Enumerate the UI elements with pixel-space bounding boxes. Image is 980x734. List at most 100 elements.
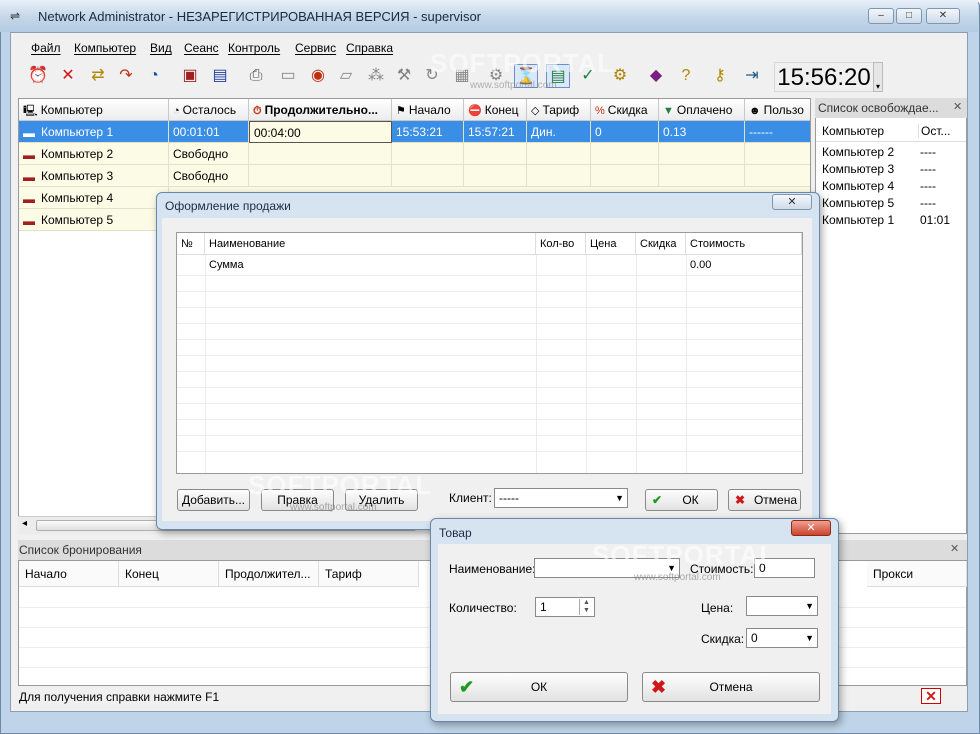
release-list-item[interactable]: Компьютер 2 ---- [822, 145, 962, 162]
menu-view[interactable]: Вид [150, 41, 172, 55]
start-session-icon[interactable]: ⏰ [26, 64, 50, 88]
client-select[interactable]: ----- ▼ [494, 488, 628, 508]
transfer-icon[interactable]: ⇄ [86, 64, 110, 88]
menu-computer[interactable]: Компьютер [74, 41, 136, 55]
close-button[interactable]: ✕ [926, 8, 960, 24]
release-list-item[interactable]: Компьютер 1 01:01 [822, 213, 962, 230]
help-icon[interactable]: ? [674, 64, 698, 88]
release-col-computer[interactable]: Компьютер [822, 124, 884, 138]
grid-cell-duration [249, 165, 392, 187]
menu-file[interactable]: Файл [31, 41, 61, 55]
col-header-tariff[interactable]: ◇ Тариф [527, 99, 591, 121]
booking-close-icon[interactable]: ✕ [950, 542, 959, 555]
col-header-user[interactable]: ☻ Пользо [745, 99, 810, 121]
grid-row[interactable]: ▬ Компьютер 3 Свободно [19, 165, 810, 187]
window-icon[interactable]: ▭ [276, 64, 300, 88]
release-list-title: Список освобождае... [818, 101, 939, 115]
menu-service[interactable]: Сервис [295, 41, 336, 55]
col-header-duration[interactable]: ⏱ Продолжительно... [249, 99, 392, 121]
disconnect-icon[interactable]: ✕ [921, 688, 941, 704]
refresh-icon[interactable]: ↻ [420, 64, 444, 88]
col-header-paid[interactable]: ▼ Оплачено [659, 99, 745, 121]
book-icon[interactable]: ◆ [644, 64, 668, 88]
sale-dialog-close-button[interactable]: ✕ [772, 194, 812, 210]
menu-session[interactable]: Сеанс [184, 41, 219, 55]
sale-edit-button[interactable]: Правка [261, 489, 334, 511]
col-header-start[interactable]: ⚑ Начало [392, 99, 464, 121]
tools-icon[interactable]: ⚒ [392, 64, 416, 88]
release-list-item[interactable]: Компьютер 3 ---- [822, 162, 962, 179]
message-icon[interactable]: ▱ [334, 64, 358, 88]
grid-row[interactable]: ▬ Компьютер 2 Свободно [19, 143, 810, 165]
menu-control[interactable]: Контроль [228, 41, 280, 55]
gear-icon[interactable]: ⚙ [608, 64, 632, 88]
grid-cell-computer: ▬ Компьютер 1 [19, 121, 169, 143]
booking-col-duration[interactable]: Продолжител... [219, 561, 319, 587]
release-list-item[interactable]: Компьютер 4 ---- [822, 179, 962, 196]
booking-col-start[interactable]: Начало [19, 561, 119, 587]
menu-help[interactable]: Справка [346, 41, 393, 55]
scroll-left-icon[interactable]: ◂ [22, 518, 27, 529]
network-icon[interactable]: ⁂ [364, 64, 388, 88]
sale-col-discount[interactable]: Скидка [636, 233, 686, 255]
stop-session-icon[interactable]: ✕ [56, 64, 80, 88]
product-price-select[interactable]: ▼ [746, 596, 818, 616]
col-header-end[interactable]: ⛔ Конец [464, 99, 527, 121]
exit-icon[interactable]: ⇥ [740, 64, 764, 88]
spin-arrows-icon[interactable]: ▲ ▼ [579, 599, 593, 615]
calendar-icon[interactable]: ▤ [546, 64, 570, 88]
report-icon[interactable]: ✓ [576, 64, 600, 88]
product-ok-button[interactable]: ✔ ОК [450, 672, 628, 702]
clock-spin-icon[interactable]: ▾ [873, 62, 883, 92]
settings-small-icon[interactable]: ⚙ [484, 64, 508, 88]
duration-icon: ⏱ [253, 105, 262, 117]
sale-icon[interactable]: ⌛ [514, 64, 538, 88]
product-qty-stepper[interactable]: 1 ▲ ▼ [535, 597, 595, 617]
sale-row-line [177, 339, 802, 340]
sale-col-qty[interactable]: Кол-во [536, 233, 586, 255]
grid-cell-tariff [527, 143, 591, 165]
maximize-button[interactable]: □ [896, 8, 922, 24]
col-header-discount[interactable]: % Скидка [591, 99, 659, 121]
power-icon[interactable]: ◉ [306, 64, 330, 88]
sale-col-price[interactable]: Цена [586, 233, 636, 255]
product-dialog-close-button[interactable]: ✕ [791, 520, 831, 536]
booking-title: Список бронирования [19, 543, 142, 557]
release-list-header: Компьютер Ост... [816, 120, 966, 142]
product-cost-field[interactable]: 0 [754, 558, 815, 578]
terminal-icon[interactable]: ▦ [450, 64, 474, 88]
lock-pc-icon[interactable]: ▤ [208, 64, 232, 88]
sale-col-name[interactable]: Наименование [205, 233, 536, 255]
booking-col-proxy[interactable]: Прокси [867, 561, 967, 587]
user-key-icon[interactable]: ⚷ [708, 64, 732, 88]
sale-col-cost[interactable]: Стоимость [686, 233, 802, 255]
sale-row-name: Сумма [209, 259, 244, 271]
shutdown-pc-icon[interactable]: ▣ [178, 64, 202, 88]
print-icon[interactable]: ⎙ [244, 64, 268, 88]
sale-add-button[interactable]: Добавить... [177, 489, 250, 511]
col-header-computer[interactable]: 🖳 Компьютер [19, 99, 169, 121]
product-name-select[interactable]: ▼ [534, 558, 680, 578]
minimize-button[interactable]: – [868, 8, 894, 24]
redo-icon[interactable]: ↷ [114, 64, 138, 88]
sale-delete-button[interactable]: Удалить [345, 489, 418, 511]
sale-ok-button[interactable]: ✔ ОК [645, 489, 718, 511]
sale-table-row[interactable]: Сумма 0.00 [177, 255, 802, 275]
clock-icon: ◔ [173, 105, 180, 117]
grid-row[interactable]: ▬ Компьютер 1 00:01:01 00:04:00 15:53:21 … [19, 121, 810, 143]
col-header-left[interactable]: ◔ Осталось [169, 99, 249, 121]
release-col-left[interactable]: Ост... [918, 124, 951, 138]
sale-row-line [177, 291, 802, 292]
booking-col-tariff[interactable]: Тариф [319, 561, 419, 587]
grid-cell-duration[interactable]: 00:04:00 [249, 121, 392, 143]
sale-cancel-button[interactable]: ✖ Отмена [728, 489, 801, 511]
product-discount-select[interactable]: 0 ▼ [746, 628, 818, 648]
sale-col-number[interactable]: № [177, 233, 205, 255]
time-search-icon[interactable]: ◔ [142, 64, 166, 88]
computer-icon: 🖳 [23, 105, 38, 117]
chevron-down-icon: ▼ [805, 633, 814, 643]
product-cancel-button[interactable]: ✖ Отмена [642, 672, 820, 702]
release-list-item[interactable]: Компьютер 5 ---- [822, 196, 962, 213]
release-list-close-icon[interactable]: ✕ [953, 100, 962, 113]
booking-col-end[interactable]: Конец [119, 561, 219, 587]
